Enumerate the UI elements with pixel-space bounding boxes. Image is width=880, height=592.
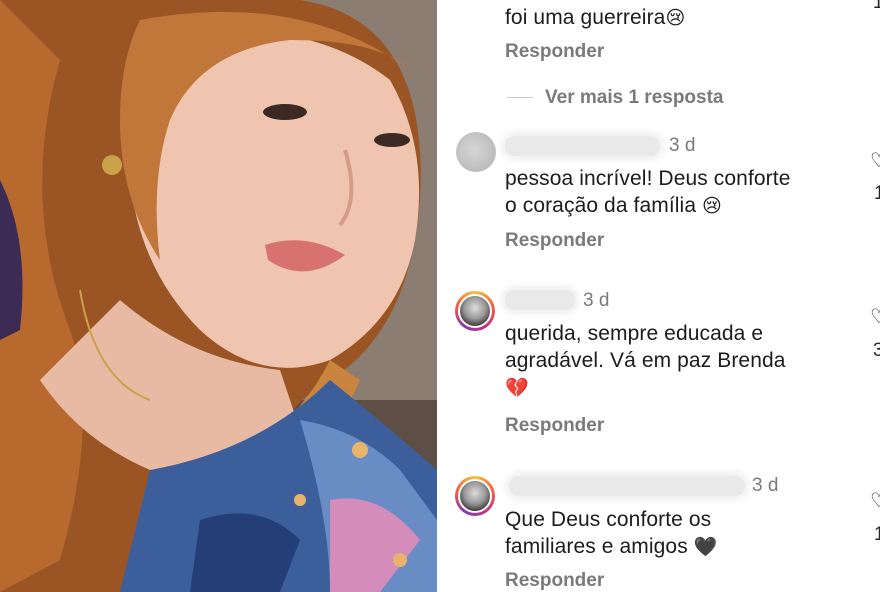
heart-outline-icon[interactable]: ♡ xyxy=(870,488,880,513)
crying-emoji: 😢 xyxy=(702,195,722,217)
comment-text: pessoa incrível! Deus conforte o coração… xyxy=(505,167,791,217)
profile-photo xyxy=(0,0,437,592)
heart-outline-icon[interactable]: ♡ xyxy=(870,304,880,329)
timestamp: 3 d xyxy=(669,135,696,156)
blurred-username xyxy=(505,136,660,156)
avatar[interactable] xyxy=(456,132,496,172)
reply-button[interactable]: Responder xyxy=(505,415,604,437)
view-more-replies-label[interactable]: Ver mais 1 resposta xyxy=(545,87,724,109)
reply-button[interactable]: Responder xyxy=(505,570,604,592)
avatar[interactable] xyxy=(455,291,495,331)
comments-panel: foi uma guerreira😢 Responder 1 Ver mais … xyxy=(437,0,880,592)
comment-text: foi uma guerreira😢 xyxy=(505,6,686,29)
broken-heart-emoji: 💔 xyxy=(505,377,529,399)
like-count: 1 xyxy=(873,0,880,13)
timestamp: 3 d xyxy=(583,290,610,311)
like-count: 1 xyxy=(874,524,880,545)
crying-emoji: 😢 xyxy=(665,7,686,29)
comment-text: querida, sempre educada e agradável. Vá … xyxy=(505,322,786,399)
like-count: 1 xyxy=(874,183,880,204)
comment-text: Que Deus conforte os familiares e amigos… xyxy=(505,508,718,558)
blurred-username xyxy=(509,476,745,496)
heart-outline-icon[interactable]: ♡ xyxy=(870,148,880,173)
blurred-username xyxy=(505,290,575,310)
timestamp: 3 d xyxy=(752,475,779,496)
black-heart-emoji: 🖤 xyxy=(693,536,718,558)
avatar[interactable] xyxy=(455,476,495,516)
reply-button[interactable]: Responder xyxy=(505,41,604,63)
like-count: 3 xyxy=(873,340,880,361)
divider-line xyxy=(507,97,533,98)
reply-button[interactable]: Responder xyxy=(505,230,604,252)
portrait-illustration xyxy=(0,0,437,592)
